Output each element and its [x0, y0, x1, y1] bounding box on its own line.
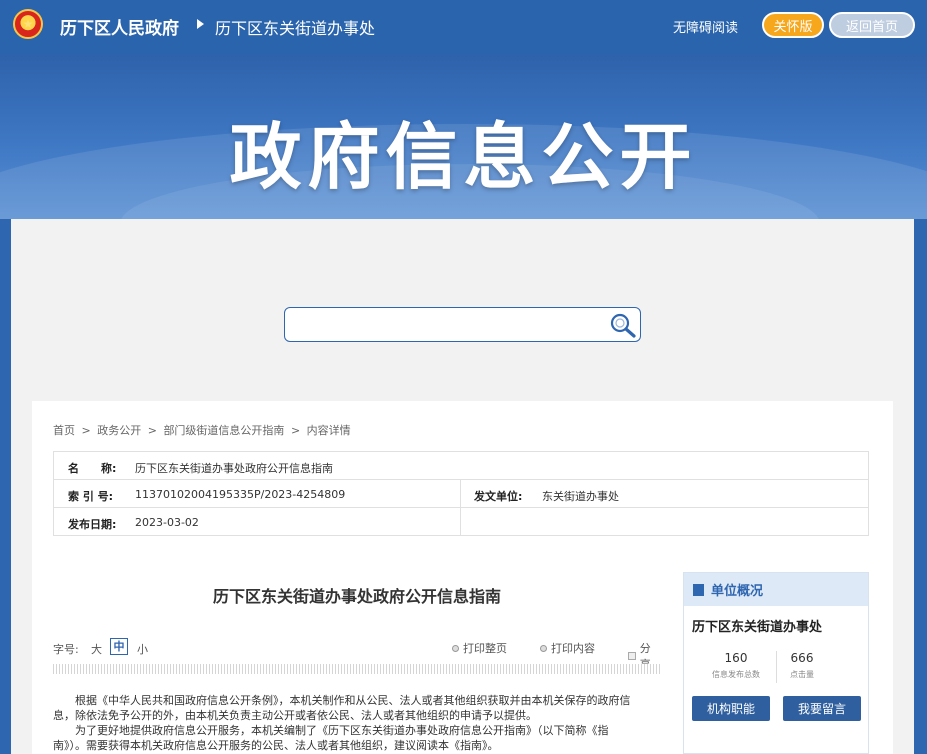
breadcrumb: 首页 > 政务公开 > 部门级街道信息公开指南 > 内容详情 [53, 422, 354, 438]
care-mode-button[interactable]: 关怀版 [762, 12, 824, 38]
stat-clicks-num: 666 [790, 651, 814, 665]
share-icon [628, 652, 636, 660]
org-name: 历下区东关街道办事处 [692, 620, 823, 635]
print-icon [540, 644, 547, 652]
meta-date-value: 2023-03-02 [135, 516, 199, 529]
meta-index-label: 索 引 号: [68, 490, 114, 503]
breadcrumb-separator: > [81, 424, 91, 437]
article-card: 首页 > 政务公开 > 部门级街道信息公开指南 > 内容详情 名 称: 历下区东… [32, 401, 893, 754]
breadcrumb-separator: > [147, 424, 157, 437]
meta-divider [460, 480, 461, 536]
font-size-small[interactable]: 小 [137, 641, 148, 657]
meta-row-index: 索 引 号: 11370102004195335P/2023-4254809 发… [54, 480, 868, 508]
paragraph-line: 根据《中华人民共和国政府信息公开条例》，本机关制作和从公民、法人或者其他组织获取… [53, 694, 631, 707]
org-overview-panel: 单位概况 历下区东关街道办事处 160 信息发布总数 666 点击量 机构职能 … [683, 572, 869, 754]
sub-site-name[interactable]: 历下区东关街道办事处 [215, 15, 375, 39]
meta-date-label: 发布日期: [68, 518, 117, 531]
accessible-reading-link[interactable]: 无障碍阅读 [673, 17, 738, 36]
font-size-label: 字号: [53, 643, 79, 656]
meta-name-value: 历下区东关街道办事处政府公开信息指南 [135, 462, 333, 475]
breadcrumb-affairs[interactable]: 政务公开 [97, 424, 141, 437]
breadcrumb-guide[interactable]: 部门级街道信息公开指南 [163, 424, 284, 437]
org-functions-button[interactable]: 机构职能 [692, 696, 770, 721]
leave-message-button[interactable]: 我要留言 [783, 696, 861, 721]
font-size-medium[interactable]: 中 [110, 638, 128, 655]
breadcrumb-separator: > [290, 424, 301, 437]
meta-table: 名 称: 历下区东关街道办事处政府公开信息指南 索 引 号: 113701020… [53, 451, 869, 536]
print-page-button[interactable]: 打印整页 [452, 640, 507, 656]
print-page-label: 打印整页 [463, 642, 507, 655]
back-home-button[interactable]: 返回首页 [829, 12, 915, 38]
stat-clicks-label: 点击量 [790, 670, 814, 679]
site-name-link[interactable]: 历下区人民政府 [60, 14, 179, 39]
meta-row-name: 名 称: 历下区东关街道办事处政府公开信息指南 [54, 452, 868, 480]
meta-issuer-value: 东关街道办事处 [542, 490, 619, 503]
paragraph-line: 南》）。需要获得本机关政府信息公开服务的公民、法人或者其他组织，建议阅读本《指南… [53, 739, 499, 752]
org-overview-header: 单位概况 [684, 573, 868, 606]
article-title: 历下区东关街道办事处政府公开信息指南 [212, 587, 501, 606]
meta-index-value: 11370102004195335P/2023-4254809 [135, 488, 346, 501]
meta-row-date: 发布日期: 2023-03-02 [54, 508, 868, 536]
search-input[interactable] [291, 312, 601, 337]
print-icon [452, 644, 459, 652]
paragraph-line: 为了更好地提供政府信息公开服务，本机关编制了《历下区东关街道办事处政府信息公开指… [53, 724, 609, 737]
paragraph-line: 息，除依法免予公开的外，由本机关负责主动公开或者依公民、法人或者其他组织的申请予… [53, 709, 537, 722]
article-paragraph: 根据《中华人民共和国政府信息公开条例》，本机关制作和从公民、法人或者其他组织获取… [53, 693, 661, 753]
national-emblem-icon: ★ [13, 9, 43, 39]
stat-clicks: 666 点击量 [762, 651, 842, 680]
search-icon[interactable] [609, 312, 637, 338]
print-content-label: 打印内容 [551, 642, 595, 655]
top-bar: ★ 历下区人民政府 历下区东关街道办事处 无障碍阅读 关怀版 返回首页 [0, 0, 927, 54]
triangle-right-icon [197, 19, 204, 29]
building-icon [693, 583, 704, 596]
divider-stripe [53, 664, 661, 674]
banner: 政府信息公开 [0, 54, 927, 219]
meta-name-label: 名 称: [68, 462, 117, 475]
banner-title: 政府信息公开 [229, 115, 698, 199]
breadcrumb-home[interactable]: 首页 [53, 424, 75, 437]
print-content-button[interactable]: 打印内容 [540, 640, 595, 656]
breadcrumb-current: 内容详情 [306, 424, 351, 437]
search-box [284, 307, 641, 342]
meta-issuer-label: 发文单位: [474, 490, 523, 503]
org-overview-title: 单位概况 [711, 584, 764, 599]
article-toolbar: 字号: 大 中 小 打印整页 打印内容 分享 [53, 638, 661, 671]
font-size-large[interactable]: 大 [91, 641, 102, 657]
